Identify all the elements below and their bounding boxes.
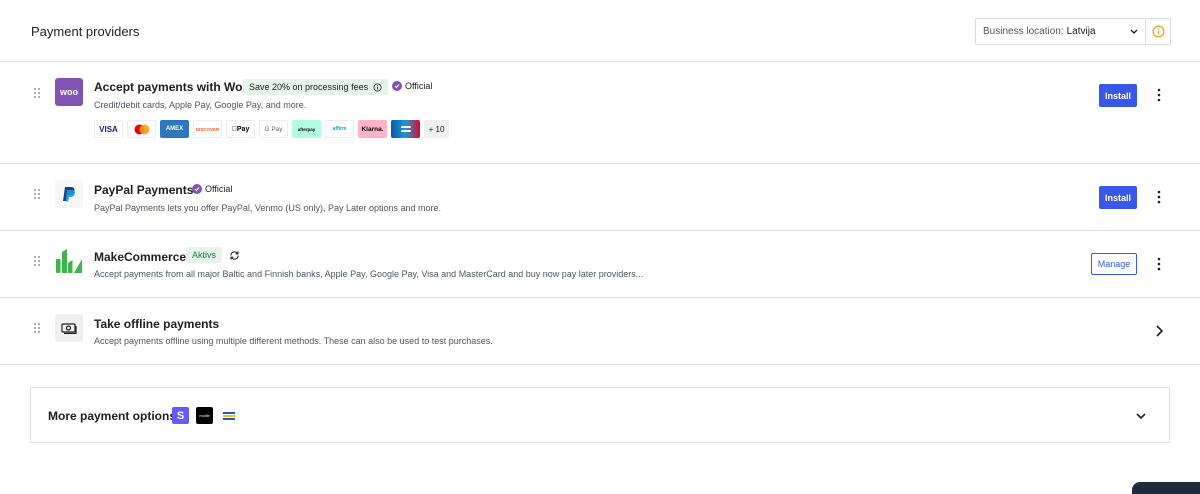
business-location-select[interactable]: Business location: Latvija	[975, 18, 1146, 45]
makecommerce-icon	[56, 249, 82, 273]
woo-logo: woo	[55, 78, 83, 106]
paypal-icon	[63, 187, 75, 202]
info-icon[interactable]	[373, 82, 382, 92]
woo-check-icon	[392, 81, 402, 91]
amex-icon: AMEX	[160, 120, 189, 138]
more-options-icon[interactable]	[1156, 88, 1162, 102]
provider-description: PayPal Payments lets you offer PayPal, V…	[94, 203, 442, 213]
klarna-icon: Klarna.	[358, 120, 387, 138]
provider-row-makecommerce: MakeCommerce Aktivs Accept payments from…	[0, 231, 1200, 298]
mollie-icon: mollie	[196, 407, 213, 424]
promo-badge-text: Save 20% on processing fees	[249, 82, 369, 92]
location-label: Business location:	[983, 26, 1064, 37]
manage-button[interactable]: Manage	[1091, 253, 1137, 275]
official-badge: Official	[392, 81, 432, 91]
chevron-down-icon[interactable]	[1135, 410, 1147, 422]
affirm-icon: affirm	[325, 120, 354, 138]
provider-description: Accept payments offline using multiple d…	[94, 336, 493, 346]
provider-row-offline[interactable]: Take offline payments Accept payments of…	[0, 298, 1200, 365]
mastercard-icon	[127, 120, 156, 138]
cash-icon	[61, 323, 77, 334]
more-payment-options-card[interactable]: More payment options S mollie	[30, 387, 1170, 443]
provider-row-paypal: PayPal Payments Official PayPal Payments…	[0, 164, 1200, 231]
more-options-icon[interactable]	[1156, 257, 1162, 271]
drag-handle-icon[interactable]	[34, 88, 40, 98]
more-options-icon[interactable]	[1156, 190, 1162, 204]
location-value: Latvija	[1066, 26, 1096, 37]
provider-description: Credit/debit cards, Apple Pay, Google Pa…	[94, 100, 307, 110]
install-button[interactable]: Install	[1099, 186, 1137, 209]
provider-row-woo: woo Accept payments with Woo Save 20% on…	[0, 62, 1200, 164]
help-widget-tab[interactable]	[1132, 482, 1200, 494]
official-label: Official	[205, 184, 233, 194]
more-options-title: More payment options	[48, 409, 177, 423]
woo-logo-text: woo	[60, 87, 78, 97]
more-options-icons: S mollie	[172, 407, 237, 424]
provider-description: Accept payments from all major Baltic an…	[94, 269, 644, 279]
status-badge: Aktivs	[186, 247, 223, 263]
provider-name: Take offline payments	[94, 317, 220, 331]
cartes-bancaires-icon	[391, 120, 420, 138]
more-methods-badge: + 10	[424, 120, 449, 138]
offline-payments-logo	[55, 314, 83, 342]
install-button[interactable]: Install	[1099, 84, 1137, 107]
official-badge: Official	[192, 184, 232, 194]
woo-check-icon	[192, 184, 202, 194]
paysera-icon	[220, 407, 237, 424]
discover-icon: DISCOVER	[193, 120, 222, 138]
paypal-logo	[55, 180, 83, 208]
drag-handle-icon[interactable]	[34, 256, 40, 266]
google-pay-icon: G Pay	[259, 120, 288, 138]
drag-handle-icon[interactable]	[34, 189, 40, 199]
page-title: Payment providers	[31, 24, 140, 39]
provider-name: MakeCommerce	[94, 250, 187, 264]
payment-methods-list: VISA AMEX DISCOVER Pay G Pay afterpay a…	[94, 120, 449, 138]
provider-name: PayPal Payments	[94, 183, 194, 197]
drag-handle-icon[interactable]	[34, 323, 40, 333]
official-label: Official	[405, 81, 433, 91]
visa-icon: VISA	[94, 120, 123, 138]
info-icon	[1152, 25, 1164, 38]
makecommerce-logo	[55, 247, 83, 275]
apple-pay-icon: Pay	[226, 120, 255, 138]
promo-badge: Save 20% on processing fees	[243, 79, 389, 95]
chevron-down-icon	[1130, 29, 1138, 34]
page-header: Payment providers Business location: Lat…	[0, 0, 1200, 62]
provider-name: Accept payments with Woo	[94, 80, 250, 94]
info-button[interactable]	[1146, 18, 1171, 45]
afterpay-icon: afterpay	[292, 120, 321, 138]
chevron-right-icon[interactable]	[1154, 324, 1164, 338]
stripe-icon: S	[172, 407, 189, 424]
sync-icon	[230, 251, 239, 260]
